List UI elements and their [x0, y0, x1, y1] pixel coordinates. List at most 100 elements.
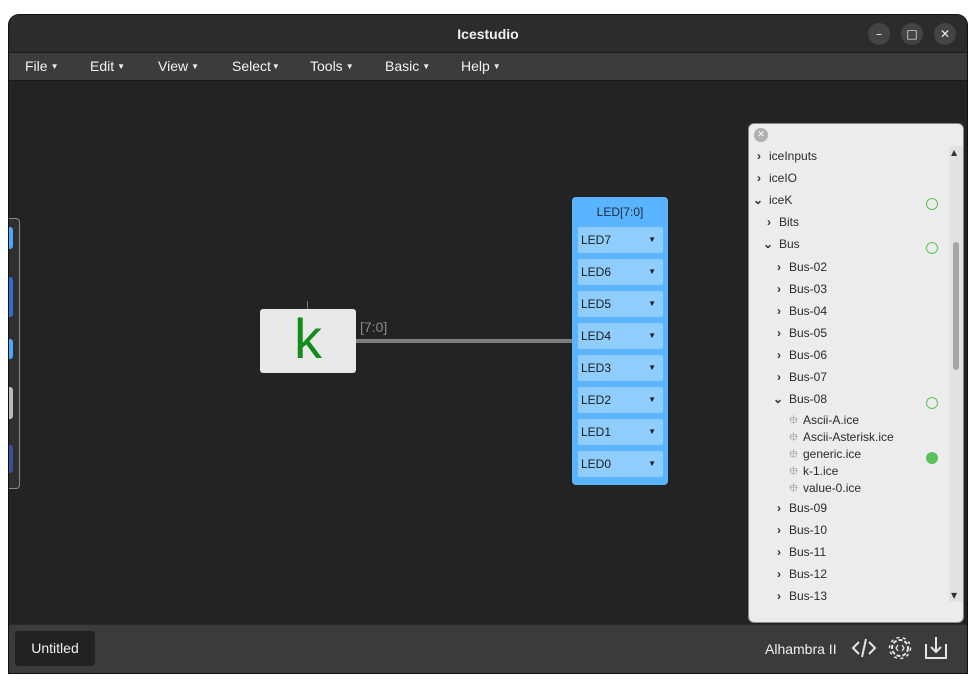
pin-select[interactable]: LED6 ▼	[578, 259, 663, 285]
pin-select[interactable]: LED2 ▼	[578, 387, 663, 413]
tree-item-bus-10[interactable]: › Bus-10	[777, 520, 827, 540]
constant-k-label: k	[294, 307, 322, 370]
constant-block[interactable]: k	[260, 309, 356, 373]
pin-select[interactable]: LED4 ▼	[578, 323, 663, 349]
scroll-down-icon[interactable]: ▼	[951, 591, 957, 600]
chevron-down-icon: ▼	[50, 62, 59, 71]
toolbar-tab-icon[interactable]	[9, 227, 13, 249]
tree-item-ascii-asterisk[interactable]: ⯐ Ascii-Asterisk.ice	[789, 429, 894, 446]
tree-item-bus-08[interactable]: ⌄ Bus-08	[773, 389, 827, 409]
bus-wire-label: [7:0]	[360, 319, 388, 335]
chevron-down-icon: ⌄	[763, 237, 774, 251]
settings-gear-icon[interactable]	[886, 634, 914, 662]
collections-panel: ✕ › iceInputs › iceIO ⌄ iceK › Bits ⌄ Bus › Bu…	[748, 123, 964, 623]
menu-tools-label: Tools	[310, 58, 343, 74]
tree-item-label: Bus-12	[789, 567, 828, 581]
caret-down-icon: ▼	[648, 395, 656, 404]
tree-item-label: Bus-02	[789, 260, 828, 274]
chevron-down-icon: ▼	[117, 62, 126, 71]
chip-icon: ⯐	[789, 447, 799, 461]
chevron-right-icon: ›	[777, 282, 781, 296]
tree-item-label: iceK	[769, 193, 793, 207]
tree-item-bus-12[interactable]: › Bus-12	[777, 564, 827, 584]
chevron-right-icon: ›	[777, 260, 781, 274]
app-window: Icestudio – □ ✕ File ▼ Edit ▼ View ▼ Select…	[9, 15, 967, 673]
toolbar-tab-icon[interactable]	[9, 339, 13, 359]
tree-item-bus-04[interactable]: › Bus-04	[777, 301, 827, 321]
menu-file[interactable]: File ▼	[25, 58, 58, 74]
close-button[interactable]: ✕	[934, 23, 956, 45]
pin-select-value: LED5	[581, 297, 612, 311]
tree-item-iceinputs[interactable]: › iceInputs	[757, 146, 817, 166]
tree-item-label: Bus-06	[789, 348, 828, 362]
design-canvas[interactable]: k [7:0] LED[7:0] LED7 ▼ LED6 ▼ LED5 ▼ LED4 ▼…	[9, 82, 967, 624]
caret-down-icon: ▼	[648, 267, 656, 276]
panel-scrollbar[interactable]: ▲ ▼	[949, 146, 963, 602]
pin-select[interactable]: LED3 ▼	[578, 355, 663, 381]
file-tab[interactable]: Untitled	[15, 631, 95, 666]
title-bar: Icestudio – □ ✕	[9, 15, 967, 53]
chevron-right-icon: ›	[777, 370, 781, 384]
window-title: Icestudio	[457, 26, 519, 42]
tree-item-bus-05[interactable]: › Bus-05	[777, 323, 827, 343]
collection-tree: › iceInputs › iceIO ⌄ iceK › Bits ⌄ Bus › Bus-…	[749, 146, 949, 602]
minimize-button[interactable]: –	[868, 23, 890, 45]
tree-item-iceio[interactable]: › iceIO	[757, 168, 797, 188]
pin-select[interactable]: LED0 ▼	[578, 451, 663, 477]
menu-tools[interactable]: Tools ▼	[310, 58, 354, 74]
menu-basic[interactable]: Basic ▼	[385, 58, 430, 74]
tree-item-ascii-a[interactable]: ⯐ Ascii-A.ice	[789, 412, 859, 429]
maximize-button[interactable]: □	[901, 23, 923, 45]
tree-item-bus-13[interactable]: › Bus-13	[777, 586, 827, 602]
tree-item-bus-06[interactable]: › Bus-06	[777, 345, 827, 365]
menu-view[interactable]: View ▼	[158, 58, 199, 74]
board-selector[interactable]: Alhambra II	[765, 641, 837, 657]
tree-item-generic[interactable]: ⯐ generic.ice	[789, 446, 861, 463]
status-indicator	[926, 242, 938, 254]
output-block-led[interactable]: LED[7:0] LED7 ▼ LED6 ▼ LED5 ▼ LED4 ▼ LED3 ▼ L…	[572, 197, 668, 485]
tree-item-bus[interactable]: ⌄ Bus	[763, 234, 800, 254]
caret-down-icon: ▼	[648, 299, 656, 308]
chevron-down-icon: ⌄	[773, 392, 784, 406]
chevron-right-icon: ›	[767, 215, 771, 229]
x-icon[interactable]: ✕	[754, 128, 768, 142]
chevron-right-icon: ›	[757, 171, 761, 185]
tree-item-label: Bits	[779, 215, 800, 229]
download-icon[interactable]	[922, 634, 950, 662]
tree-item-icek[interactable]: ⌄ iceK	[753, 190, 792, 210]
code-icon[interactable]	[850, 634, 878, 662]
chevron-down-icon: ⌄	[753, 193, 764, 207]
tree-item-k-1[interactable]: ⯐ k-1.ice	[789, 463, 838, 480]
toolbar-tab-icon[interactable]	[9, 387, 13, 419]
bus-wire[interactable]	[356, 339, 572, 343]
pin-select[interactable]: LED1 ▼	[578, 419, 663, 445]
toolbar-tab-icon[interactable]	[9, 445, 13, 473]
pin-select-value: LED0	[581, 457, 612, 471]
tree-item-label: k-1.ice	[803, 464, 839, 478]
toolbar-tab-icon[interactable]	[9, 277, 13, 317]
tree-item-bus-09[interactable]: › Bus-09	[777, 498, 827, 518]
pin-select[interactable]: LED5 ▼	[578, 291, 663, 317]
tree-item-value-0[interactable]: ⯐ value-0.ice	[789, 480, 861, 497]
tree-item-bus-02[interactable]: › Bus-02	[777, 257, 827, 277]
menu-help[interactable]: Help ▼	[461, 58, 501, 74]
tree-item-label: Bus-05	[789, 326, 828, 340]
pin-select-value: LED7	[581, 233, 612, 247]
tree-item-label: Bus-09	[789, 501, 828, 515]
pin-select-value: LED4	[581, 329, 612, 343]
tree-item-bus-03[interactable]: › Bus-03	[777, 279, 827, 299]
tree-item-bus-07[interactable]: › Bus-07	[777, 367, 827, 387]
scroll-thumb[interactable]	[953, 242, 959, 370]
tree-item-bits[interactable]: › Bits	[767, 212, 799, 232]
menu-file-label: File	[25, 58, 48, 74]
menu-edit[interactable]: Edit ▼	[90, 58, 125, 74]
scroll-up-icon[interactable]: ▲	[951, 148, 957, 157]
tree-item-bus-11[interactable]: › Bus-11	[777, 542, 826, 562]
pin-select[interactable]: LED7 ▼	[578, 227, 663, 253]
tree-item-label: Bus	[779, 237, 800, 251]
chevron-right-icon: ›	[777, 348, 781, 362]
menu-select[interactable]: Select▼	[232, 58, 280, 74]
left-toolbar[interactable]	[9, 218, 20, 489]
tree-item-label: iceIO	[769, 171, 798, 185]
pin-select-value: LED2	[581, 393, 612, 407]
